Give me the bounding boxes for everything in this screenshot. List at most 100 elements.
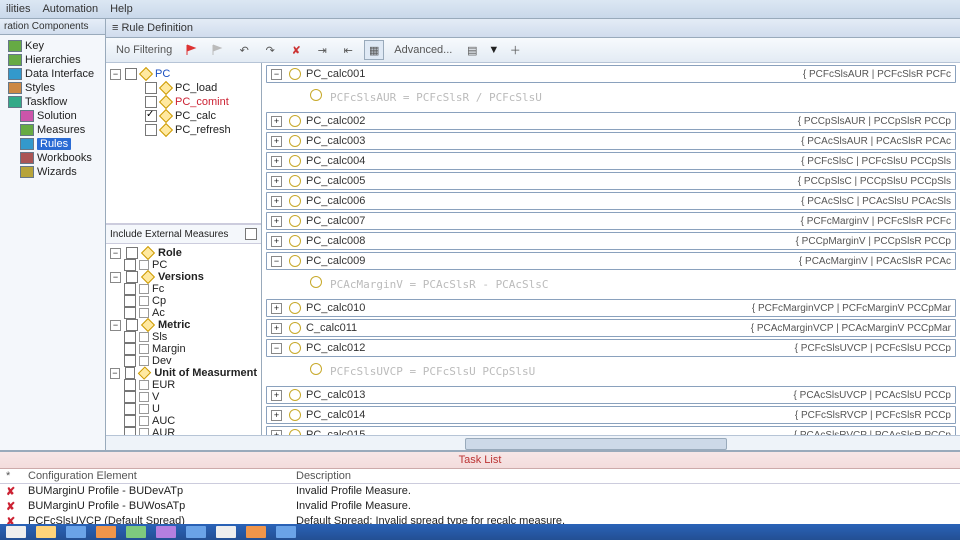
rule-row[interactable]: +PC_calc015{ PCAcSlsRVCP | PCAcSlsR PCCp <box>266 426 956 435</box>
filter-group[interactable]: −Role <box>110 247 257 259</box>
filter-item[interactable]: Sls <box>110 331 257 343</box>
include-external-row[interactable]: Include External Measures <box>106 224 261 244</box>
expand-icon[interactable]: + <box>271 410 282 421</box>
collapse-icon[interactable]: − <box>110 248 121 259</box>
filter-item[interactable]: AUC <box>110 415 257 427</box>
scrollbar-thumb[interactable] <box>465 438 727 450</box>
expand-icon[interactable]: + <box>271 216 282 227</box>
expand-icon[interactable]: − <box>271 256 282 267</box>
expand-icon[interactable]: + <box>271 156 282 167</box>
filter-item[interactable]: V <box>110 391 257 403</box>
taskbar-icon[interactable] <box>246 526 266 538</box>
task-row[interactable]: ✘BUMarginU Profile - BUDevATpInvalid Pro… <box>0 484 960 499</box>
tree-item[interactable]: PC_refresh <box>110 123 257 137</box>
checkbox[interactable] <box>145 110 157 122</box>
rule-row[interactable]: +PC_calc004{ PCFcSlsC | PCFcSlsU PCCpSls <box>266 152 956 170</box>
os-taskbar[interactable] <box>0 524 960 540</box>
rule-row[interactable]: +PC_calc010{ PCFcMarginVCP | PCFcMarginV… <box>266 299 956 317</box>
taskbar-icon[interactable] <box>6 526 26 538</box>
taskbar-icon[interactable] <box>156 526 176 538</box>
filter-tree[interactable]: −RolePC−VersionsFcCpAc−MetricSlsMarginDe… <box>106 244 261 435</box>
grid-button[interactable]: ▦ <box>364 40 384 60</box>
collapse-icon[interactable]: − <box>110 69 121 80</box>
nav-item[interactable]: Data Interface <box>2 67 103 81</box>
filter-item[interactable]: Ac <box>110 307 257 319</box>
checkbox[interactable] <box>126 271 138 283</box>
filter-item[interactable]: Cp <box>110 295 257 307</box>
nav-item[interactable]: Hierarchies <box>2 53 103 67</box>
checkbox[interactable] <box>126 319 138 331</box>
include-external-checkbox[interactable] <box>245 228 257 240</box>
nav-item[interactable]: Styles <box>2 81 103 95</box>
rule-row[interactable]: −PC_calc001{ PCFcSlsAUR | PCFcSlsR PCFc <box>266 65 956 83</box>
task-row[interactable]: ✘BUMarginU Profile - BUWosATpInvalid Pro… <box>0 499 960 514</box>
flag-grey-button[interactable] <box>208 40 228 60</box>
view-button[interactable]: ▤ <box>462 40 482 60</box>
filter-group[interactable]: −Unit of Measurment <box>110 367 257 379</box>
export-button[interactable]: ⇤ <box>338 40 358 60</box>
rules-list[interactable]: −PC_calc001{ PCFcSlsAUR | PCFcSlsR PCFcP… <box>262 63 960 435</box>
filter-group[interactable]: −Versions <box>110 271 257 283</box>
tree-item[interactable]: PC_load <box>110 81 257 95</box>
expand-icon[interactable]: + <box>271 390 282 401</box>
rule-row[interactable]: +PC_calc003{ PCAcSlsAUR | PCAcSlsR PCAc <box>266 132 956 150</box>
rule-row[interactable]: −PC_calc012{ PCFcSlsUVCP | PCFcSlsU PCCp <box>266 339 956 357</box>
checkbox[interactable] <box>145 82 157 94</box>
taskbar-icon[interactable] <box>96 526 116 538</box>
menu-help[interactable]: Help <box>110 3 133 15</box>
checkbox[interactable] <box>126 247 138 259</box>
horizontal-scrollbar[interactable] <box>106 435 960 450</box>
menu-automation[interactable]: Automation <box>42 3 98 15</box>
taskbar-icon[interactable] <box>216 526 236 538</box>
tab-pin-icon[interactable]: ≡ <box>112 22 118 34</box>
ruleset-tree[interactable]: −PCPC_loadPC_comintPC_calcPC_refresh <box>106 63 261 224</box>
expand-icon[interactable]: + <box>271 136 282 147</box>
filter-group[interactable]: −Metric <box>110 319 257 331</box>
nav-item[interactable]: Key <box>2 39 103 53</box>
checkbox[interactable] <box>145 96 157 108</box>
nav-item[interactable]: Measures <box>2 123 103 137</box>
checkbox[interactable] <box>124 415 136 427</box>
checkbox[interactable] <box>145 124 157 136</box>
rule-row[interactable]: +PC_calc013{ PCAcSlsUVCP | PCAcSlsU PCCp <box>266 386 956 404</box>
delete-button[interactable]: ✘ <box>286 40 306 60</box>
filter-item[interactable]: Dev <box>110 355 257 367</box>
filter-item[interactable]: U <box>110 403 257 415</box>
rule-row[interactable]: +PC_calc014{ PCFcSlsRVCP | PCFcSlsR PCCp <box>266 406 956 424</box>
collapse-icon[interactable]: − <box>110 368 120 379</box>
expand-icon[interactable]: + <box>271 236 282 247</box>
expand-icon[interactable]: − <box>271 69 282 80</box>
filter-item[interactable]: AUR <box>110 427 257 435</box>
checkbox[interactable] <box>124 427 136 435</box>
nav-item[interactable]: Wizards <box>2 165 103 179</box>
checkbox[interactable] <box>124 295 136 307</box>
checkbox[interactable] <box>124 343 136 355</box>
rule-row[interactable]: −PC_calc009{ PCAcMarginV | PCAcSlsR PCAc <box>266 252 956 270</box>
filter-item[interactable]: Margin <box>110 343 257 355</box>
tree-item[interactable]: PC_comint <box>110 95 257 109</box>
rule-row[interactable]: +PC_calc008{ PCCpMarginV | PCCpSlsR PCCp <box>266 232 956 250</box>
filter-item[interactable]: Fc <box>110 283 257 295</box>
taskbar-icon[interactable] <box>276 526 296 538</box>
checkbox[interactable] <box>124 259 136 271</box>
checkbox[interactable] <box>124 391 136 403</box>
collapse-icon[interactable]: − <box>110 320 121 331</box>
nav-item[interactable]: Workbooks <box>2 151 103 165</box>
dropdown-arrow-icon[interactable]: ▼ <box>488 44 499 56</box>
nav-item[interactable]: Taskflow <box>2 95 103 109</box>
expand-icon[interactable]: + <box>271 196 282 207</box>
flag-red-button[interactable] <box>182 40 202 60</box>
checkbox[interactable] <box>125 68 137 80</box>
menu-utilities[interactable]: ilities <box>6 3 30 15</box>
expand-icon[interactable]: + <box>271 303 282 314</box>
checkbox[interactable] <box>124 283 136 295</box>
expand-icon[interactable]: + <box>271 323 282 334</box>
checkbox[interactable] <box>125 367 136 379</box>
filter-item[interactable]: PC <box>110 259 257 271</box>
expand-icon[interactable]: + <box>271 176 282 187</box>
rule-row[interactable]: +C_calc011{ PCAcMarginVCP | PCAcMarginV … <box>266 319 956 337</box>
tree-root[interactable]: −PC <box>110 67 257 81</box>
checkbox[interactable] <box>124 331 136 343</box>
expand-icon[interactable]: + <box>271 116 282 127</box>
rule-row[interactable]: +PC_calc007{ PCFcMarginV | PCFcSlsR PCFc <box>266 212 956 230</box>
